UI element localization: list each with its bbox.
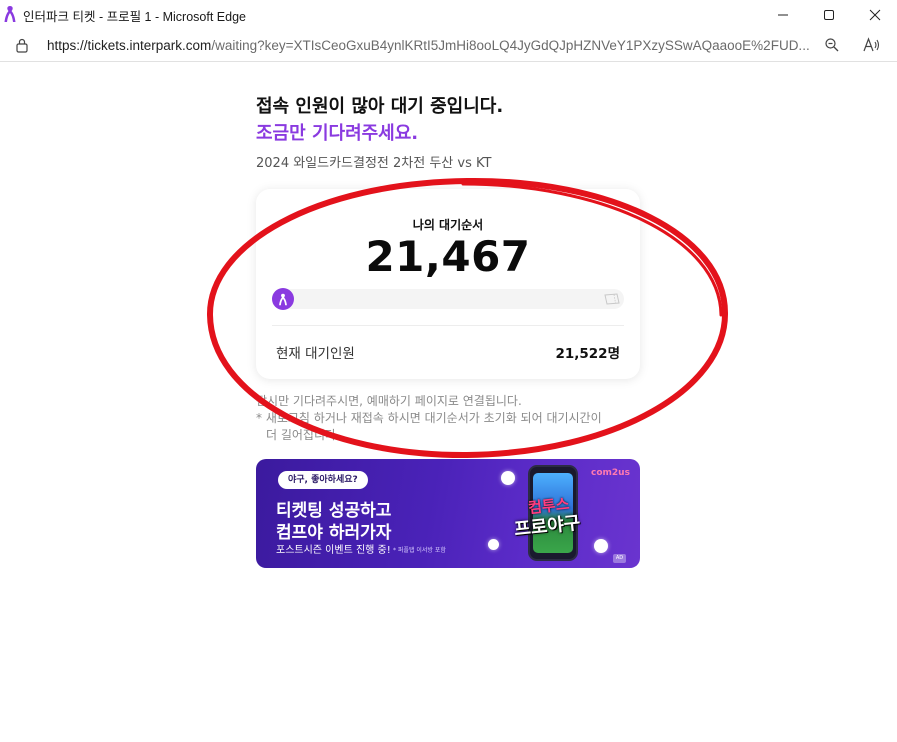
window-title: 인터파크 티켓 - 프로필 1 - Microsoft Edge bbox=[23, 10, 246, 24]
read-aloud-icon[interactable] bbox=[863, 37, 881, 53]
zoom-out-icon[interactable] bbox=[824, 37, 840, 53]
url-path: /waiting?key=XTIsCeoGxuB4ynlKRtI5JmHi8oo… bbox=[211, 38, 810, 53]
close-button[interactable] bbox=[852, 0, 897, 29]
interpark-app-icon bbox=[4, 6, 16, 22]
baseball-decoration bbox=[501, 471, 515, 485]
window-title-bar: 인터파크 티켓 - 프로필 1 - Microsoft Edge bbox=[0, 0, 897, 29]
ad-badge: AD bbox=[613, 554, 626, 563]
waiting-heading: 접속 인원이 많아 대기 중입니다. bbox=[256, 96, 504, 117]
banner-brand: com2us bbox=[591, 468, 630, 478]
baseball-decoration bbox=[594, 539, 608, 553]
maximize-button[interactable] bbox=[806, 0, 852, 29]
url-host: https://tickets.interpark.com bbox=[47, 38, 212, 53]
lock-icon[interactable] bbox=[15, 37, 29, 53]
banner-bubble: 야구, 좋아하세요? bbox=[278, 471, 368, 489]
minimize-icon bbox=[778, 14, 788, 15]
baseball-decoration bbox=[488, 539, 499, 550]
promo-banner[interactable]: 야구, 좋아하세요? 티켓팅 성공하고 컴프야 하러가자 포스트시즌 이벤트 진… bbox=[256, 459, 640, 568]
address-bar[interactable]: https://tickets.interpark.com/waiting?ke… bbox=[0, 29, 897, 62]
banner-subtext: 포스트시즌 이벤트 진행 중! bbox=[276, 545, 391, 556]
maximize-icon bbox=[824, 9, 834, 20]
banner-fine-print: * 퍼플탭 이서방 포함 bbox=[393, 547, 446, 554]
red-circle-annotation bbox=[206, 177, 729, 459]
close-icon bbox=[869, 9, 881, 20]
event-name: 2024 와일드카드결정전 2차전 두산 vs KT bbox=[256, 156, 492, 171]
minimize-button[interactable] bbox=[760, 0, 806, 29]
banner-headline-2: 컴프야 하러가자 bbox=[276, 523, 392, 543]
waiting-subheading: 조금만 기다려주세요. bbox=[256, 123, 419, 144]
url-text[interactable]: https://tickets.interpark.com/waiting?ke… bbox=[47, 38, 810, 53]
